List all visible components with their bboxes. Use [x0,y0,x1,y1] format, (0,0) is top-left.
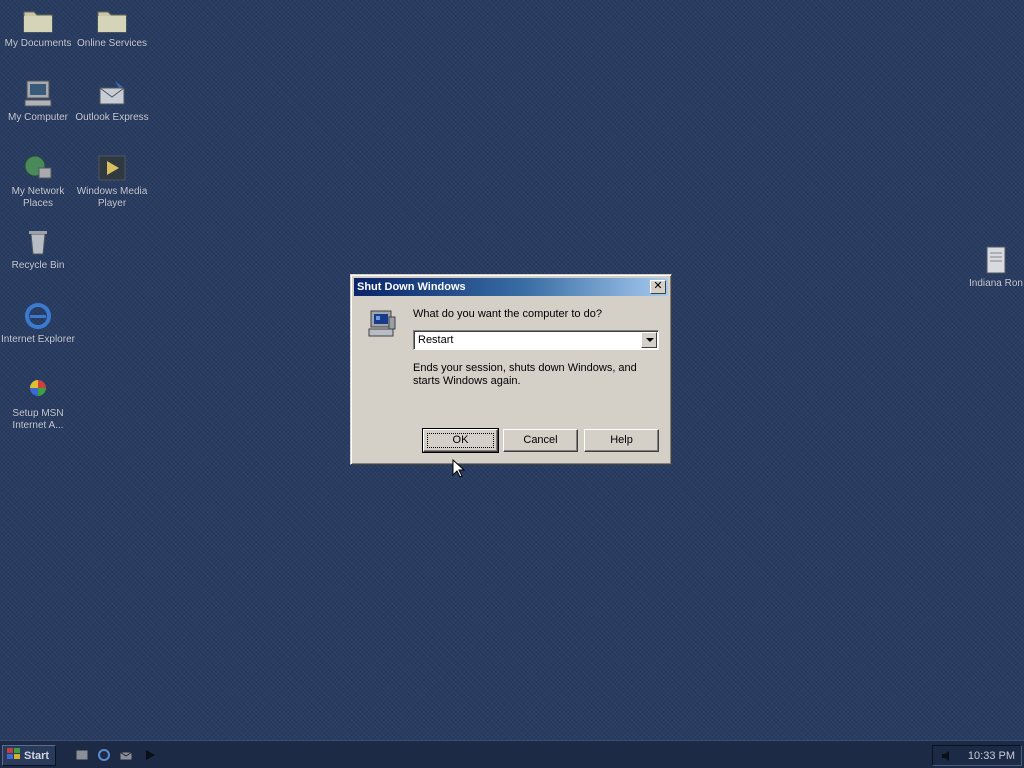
help-label: Help [610,434,633,446]
desktop-icon-my-documents[interactable]: My Documents [0,4,76,50]
selected-option: Restart [418,334,454,346]
dialog-title-bar[interactable]: Shut Down Windows ✕ [354,278,668,296]
media-player-icon [95,152,129,184]
desktop-icon-online-services[interactable]: Online Services [74,4,150,50]
dialog-question: What do you want the computer to do? [413,308,602,320]
desktop-icon-internet-explorer[interactable]: Internet Explorer [0,300,76,346]
desktop-icon-label: My Network Places [11,186,65,209]
close-icon: ✕ [653,280,663,292]
shutdown-computer-icon [367,309,397,339]
desktop-icon-recycle-bin[interactable]: Recycle Bin [0,226,76,272]
shutdown-option-select[interactable]: Restart [413,330,659,350]
ok-button[interactable]: OK [422,428,499,453]
mail-icon [95,78,129,110]
quick-launch-show-desktop-icon[interactable] [74,747,90,763]
focus-rect [427,433,494,448]
quick-launch-internet-explorer-icon[interactable] [96,747,112,763]
quick-launch-outlook-icon[interactable] [118,747,134,763]
desktop-icon-label: Internet Explorer [1,334,75,345]
desktop-icon-my-computer[interactable]: My Computer [0,78,76,124]
folder-icon [95,4,129,36]
start-label: Start [24,749,50,762]
internet-explorer-icon [21,300,55,332]
close-button[interactable]: ✕ [650,280,666,294]
desktop-icon-setup-msn[interactable]: Setup MSN Internet A... [0,374,76,432]
desktop-icon-label: Windows Media Player [76,186,148,209]
computer-icon [21,78,55,110]
cancel-button[interactable]: Cancel [503,429,578,452]
shut-down-dialog: Shut Down Windows ✕ What do you want the… [350,274,672,465]
quick-launch-media-player-icon[interactable] [142,747,158,763]
windows-logo-icon [7,748,21,763]
dialog-title: Shut Down Windows [357,281,466,293]
document-icon [979,244,1013,276]
help-button[interactable]: Help [584,429,659,452]
desktop-icon-label: My Computer [7,112,68,123]
desktop-icon-indiana-ron[interactable]: Indiana Ron [958,244,1024,290]
desktop-icon-label: Online Services [76,38,148,49]
option-description: Ends your session, shuts down Windows, a… [413,362,637,387]
mouse-cursor-icon [452,458,466,479]
desktop-icon-label: Recycle Bin [11,260,65,271]
desktop-icon-label: Outlook Express [75,112,149,123]
msn-icon [21,374,55,406]
desktop-icon-label: My Documents [4,38,72,49]
desktop-icon-label: Indiana Ron [969,278,1023,289]
recycle-bin-icon [21,226,55,258]
volume-icon[interactable] [941,749,953,763]
desktop-icon-label: Setup MSN Internet A... [12,408,64,431]
clock[interactable]: 10:33 PM [968,750,1015,762]
desktop-icon-my-network-places[interactable]: My Network Places [0,152,76,210]
desktop-icon-windows-media-player[interactable]: Windows Media Player [74,152,150,210]
desktop-icon-outlook-express[interactable]: Outlook Express [74,78,150,124]
start-button[interactable]: Start [2,745,56,766]
chevron-down-icon[interactable] [641,332,657,348]
cancel-label: Cancel [523,434,558,446]
taskbar: Start 10:33 PM [0,740,1024,768]
folder-icon [21,4,55,36]
system-tray: 10:33 PM [932,745,1022,766]
network-icon [21,152,55,184]
